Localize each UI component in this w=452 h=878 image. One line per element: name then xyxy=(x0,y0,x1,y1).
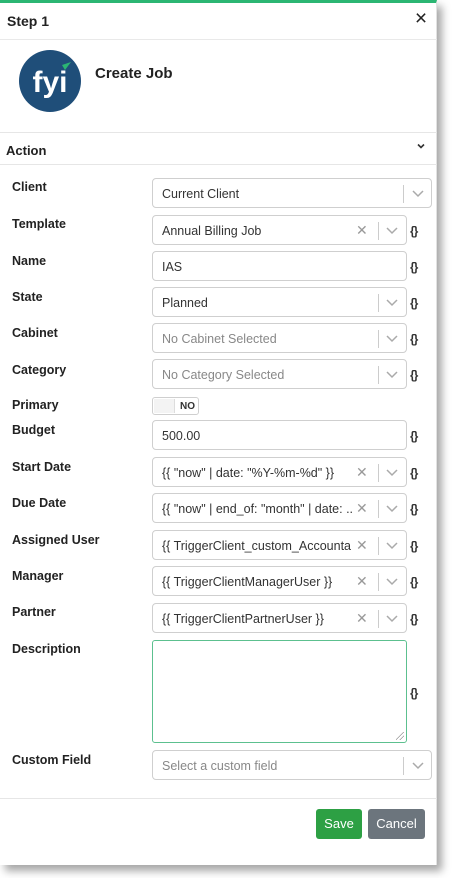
chevron-down-icon[interactable] xyxy=(410,756,426,774)
clear-icon[interactable]: ✕ xyxy=(356,500,368,517)
assigned-user-label: Assigned User xyxy=(12,533,100,547)
variable-picker-icon[interactable]: {} xyxy=(410,429,418,443)
assigned-user-value: {{ TriggerClient_custom_Accounta... xyxy=(162,539,352,553)
description-textarea[interactable] xyxy=(152,640,407,743)
client-select[interactable]: Current Client xyxy=(152,178,432,208)
dialog-header: Step 1 × xyxy=(0,3,437,40)
clear-icon[interactable]: ✕ xyxy=(356,573,368,590)
category-label: Category xyxy=(12,363,67,377)
primary-toggle[interactable]: NO xyxy=(152,397,199,415)
chevron-down-icon[interactable] xyxy=(410,184,426,202)
chevron-down-icon[interactable] xyxy=(384,463,400,481)
clear-icon[interactable]: ✕ xyxy=(356,537,368,554)
footer-divider xyxy=(0,798,437,799)
select-separator xyxy=(378,573,379,591)
toggle-text: NO xyxy=(180,401,195,412)
name-input[interactable]: IAS xyxy=(152,251,407,281)
select-separator xyxy=(378,330,379,348)
custom-field-placeholder: Select a custom field xyxy=(162,759,278,773)
select-separator xyxy=(403,757,404,775)
fyi-logo: fyi xyxy=(19,50,81,112)
variable-picker-icon[interactable]: {} xyxy=(410,368,418,382)
start-date-label: Start Date xyxy=(12,460,72,474)
description-label: Description xyxy=(12,642,81,656)
chevron-down-icon[interactable] xyxy=(384,293,400,311)
step-dialog: Step 1 × fyi Create Job Action Client Cu… xyxy=(0,0,437,865)
select-separator xyxy=(378,500,379,518)
variable-picker-icon[interactable]: {} xyxy=(410,260,418,274)
chevron-down-icon[interactable] xyxy=(384,609,400,627)
due-date-select[interactable]: {{ "now" | end_of: "month" | date: ... ✕ xyxy=(152,493,407,523)
action-section-header[interactable]: Action xyxy=(0,132,437,165)
name-value: IAS xyxy=(162,260,183,274)
cancel-button[interactable]: Cancel xyxy=(368,809,425,839)
partner-label: Partner xyxy=(12,605,56,619)
toggle-knob xyxy=(154,399,175,413)
variable-picker-icon[interactable]: {} xyxy=(410,224,418,238)
state-value: Planned xyxy=(162,296,208,310)
state-select[interactable]: Planned xyxy=(152,287,407,317)
category-select[interactable]: No Category Selected xyxy=(152,359,407,389)
close-icon[interactable]: × xyxy=(410,8,432,30)
cabinet-select[interactable]: No Cabinet Selected xyxy=(152,323,407,353)
section-label: Action xyxy=(6,143,47,158)
client-label: Client xyxy=(12,180,47,194)
custom-field-label: Custom Field xyxy=(12,753,92,767)
select-separator xyxy=(378,537,379,555)
clear-icon[interactable]: ✕ xyxy=(356,222,368,239)
select-separator xyxy=(378,366,379,384)
manager-select[interactable]: {{ TriggerClientManagerUser }} ✕ xyxy=(152,566,407,596)
partner-select[interactable]: {{ TriggerClientPartnerUser }} ✕ xyxy=(152,603,407,633)
chevron-down-icon[interactable] xyxy=(384,365,400,383)
manager-value: {{ TriggerClientManagerUser }} xyxy=(162,575,333,589)
dialog-title: Step 1 xyxy=(7,13,50,29)
chevron-down-icon[interactable] xyxy=(384,329,400,347)
chevron-down-icon[interactable] xyxy=(384,499,400,517)
chevron-down-icon[interactable] xyxy=(384,536,400,554)
variable-picker-icon[interactable]: {} xyxy=(410,466,418,480)
select-separator xyxy=(378,222,379,240)
due-date-label: Due Date xyxy=(12,496,67,510)
select-separator xyxy=(378,464,379,482)
chevron-down-icon[interactable] xyxy=(384,572,400,590)
template-select[interactable]: Annual Billing Job ✕ xyxy=(152,215,407,245)
resize-handle-icon[interactable] xyxy=(396,732,404,740)
variable-picker-icon[interactable]: {} xyxy=(410,296,418,310)
chevron-down-icon[interactable] xyxy=(384,221,400,239)
cabinet-label: Cabinet xyxy=(12,326,58,340)
custom-field-select[interactable]: Select a custom field xyxy=(152,750,432,780)
chevron-down-icon[interactable] xyxy=(416,140,426,154)
select-separator xyxy=(378,294,379,312)
select-separator xyxy=(403,185,404,203)
select-separator xyxy=(378,610,379,628)
variable-picker-icon[interactable]: {} xyxy=(410,502,418,516)
manager-label: Manager xyxy=(12,569,64,583)
save-button[interactable]: Save xyxy=(316,809,362,839)
budget-label: Budget xyxy=(12,423,56,437)
client-value: Current Client xyxy=(162,187,240,201)
category-placeholder: No Category Selected xyxy=(162,368,285,382)
partner-value: {{ TriggerClientPartnerUser }} xyxy=(162,612,324,626)
budget-value: 500.00 xyxy=(162,429,201,443)
assigned-user-select[interactable]: {{ TriggerClient_custom_Accounta... ✕ xyxy=(152,530,407,560)
template-value: Annual Billing Job xyxy=(162,224,262,238)
variable-picker-icon[interactable]: {} xyxy=(410,332,418,346)
clear-icon[interactable]: ✕ xyxy=(356,464,368,481)
variable-picker-icon[interactable]: {} xyxy=(410,539,418,553)
budget-input[interactable]: 500.00 xyxy=(152,420,407,450)
name-label: Name xyxy=(12,254,47,268)
clear-icon[interactable]: ✕ xyxy=(356,610,368,627)
state-label: State xyxy=(12,290,43,304)
variable-picker-icon[interactable]: {} xyxy=(410,575,418,589)
template-label: Template xyxy=(12,217,66,231)
app-title: Create Job xyxy=(95,65,173,82)
variable-picker-icon[interactable]: {} xyxy=(410,612,418,626)
start-date-select[interactable]: {{ "now" | date: "%Y-%m-%d" }} ✕ xyxy=(152,457,407,487)
logo-text: fyi xyxy=(32,66,67,99)
start-date-value: {{ "now" | date: "%Y-%m-%d" }} xyxy=(162,466,335,480)
due-date-value: {{ "now" | end_of: "month" | date: ... xyxy=(162,502,352,516)
primary-label: Primary xyxy=(12,398,59,412)
variable-picker-icon[interactable]: {} xyxy=(410,686,418,700)
cabinet-placeholder: No Cabinet Selected xyxy=(162,332,277,346)
